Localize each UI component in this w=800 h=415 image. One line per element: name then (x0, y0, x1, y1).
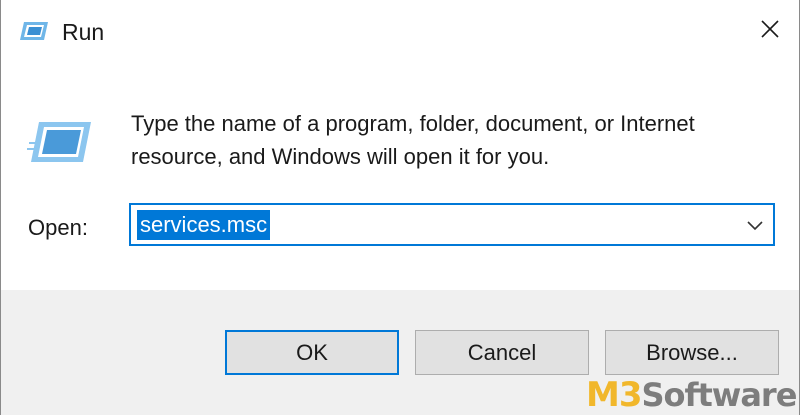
title-bar: Run (1, 0, 799, 64)
browse-button[interactable]: Browse... (605, 330, 779, 375)
watermark-part-b: Software (641, 376, 798, 414)
ok-button[interactable]: OK (225, 330, 399, 375)
cancel-button[interactable]: Cancel (415, 330, 589, 375)
watermark-part-a: M3 (586, 375, 642, 415)
chevron-down-icon[interactable] (743, 213, 767, 237)
open-combobox[interactable]: services.msc (129, 203, 775, 246)
run-icon (19, 18, 49, 44)
dialog-body: Type the name of a program, folder, docu… (1, 64, 799, 290)
close-button[interactable] (745, 8, 795, 54)
open-label: Open: (28, 215, 88, 240)
watermark-logo: M3 Software (586, 375, 798, 415)
close-icon (760, 19, 780, 44)
run-dialog: Run Type the name of a program, folder, … (0, 0, 800, 415)
dialog-description: Type the name of a program, folder, docu… (131, 111, 695, 169)
run-icon (27, 116, 93, 168)
window-title: Run (62, 19, 105, 45)
open-input[interactable]: services.msc (137, 210, 271, 240)
